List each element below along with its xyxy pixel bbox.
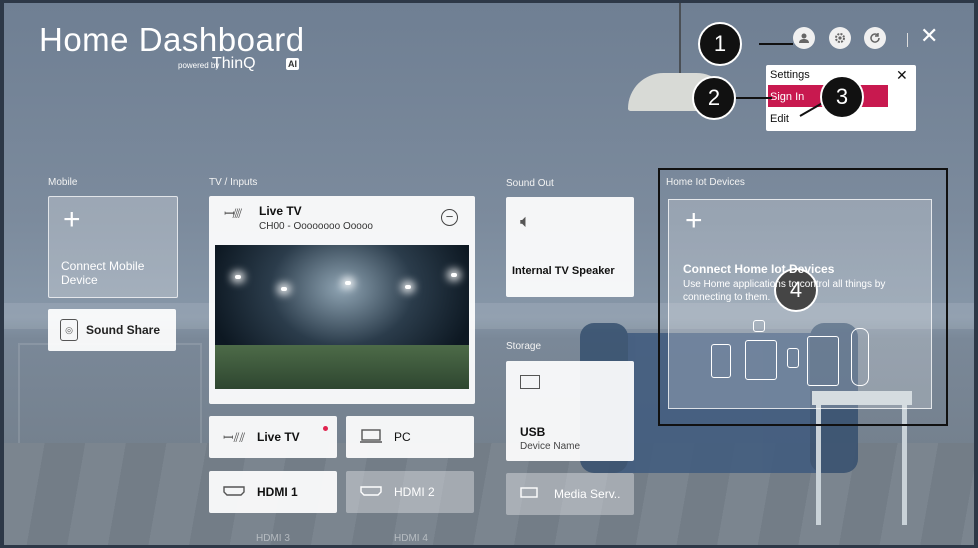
header-divider — [907, 33, 908, 47]
iot-title: Connect Home Iot Devices — [683, 262, 835, 276]
monitor-icon — [360, 428, 388, 446]
plus-icon: + — [63, 203, 81, 236]
input-pc[interactable]: PC — [346, 416, 474, 458]
media-server-card[interactable]: Media Serv.. — [506, 473, 634, 515]
media-server-label: Media Serv.. — [554, 487, 621, 501]
usb-card[interactable]: USB Device Name — [506, 361, 634, 461]
remove-icon[interactable]: − — [441, 209, 458, 226]
input-hdmi-1[interactable]: HDMI 1 — [209, 471, 337, 513]
section-label-mobile: Mobile — [48, 177, 78, 188]
plus-icon: + — [685, 204, 703, 237]
page-title: Home Dashboard — [39, 21, 305, 58]
settings-icon[interactable] — [829, 27, 851, 49]
air-purifier-icon — [711, 344, 731, 378]
usb-label: USB — [520, 425, 546, 439]
refresh-icon[interactable] — [864, 27, 886, 49]
connect-mobile-label: Connect Mobile Device — [61, 259, 145, 287]
washer-icon — [745, 340, 777, 380]
antenna-icon: ꟷ⫽⫽ — [224, 206, 242, 221]
thinq-logo: ThinQ — [212, 55, 256, 72]
section-label-storage: Storage — [506, 341, 542, 352]
internal-speaker-card[interactable]: 🔈︎ Internal TV Speaker — [506, 197, 634, 297]
callout-1: 1 — [698, 22, 742, 66]
menu-item-settings[interactable]: Settings — [770, 69, 810, 81]
usb-icon — [520, 375, 540, 389]
input-label: Live TV — [257, 430, 300, 444]
live-tv-preview — [215, 245, 469, 389]
section-label-tv-inputs: TV / Inputs — [209, 177, 258, 188]
menu-item-edit[interactable]: Edit — [770, 113, 789, 125]
connect-mobile-card[interactable]: + Connect Mobile Device — [48, 196, 178, 298]
usb-device-name: Device Name — [520, 441, 581, 452]
sensor-icon — [753, 320, 765, 332]
section-label-sound-out: Sound Out — [506, 178, 554, 189]
speaker-label: Internal TV Speaker — [512, 265, 615, 277]
phone-icon — [787, 348, 799, 368]
styler-icon — [851, 328, 869, 386]
menu-item-sign-in[interactable]: Sign In — [770, 91, 804, 103]
input-label: PC — [394, 430, 411, 444]
input-hdmi-3[interactable]: HDMI 3 — [256, 533, 290, 544]
input-hdmi-4[interactable]: HDMI 4 — [394, 533, 428, 544]
speaker-icon: ◎ — [60, 319, 78, 341]
menu-close-icon[interactable]: ✕ — [896, 67, 908, 84]
close-icon[interactable]: ✕ — [920, 23, 938, 49]
ai-badge: AI — [286, 58, 299, 70]
antenna-icon: ꟷ⫽⫽ — [223, 430, 246, 445]
input-live-tv[interactable]: ꟷ⫽⫽ Live TV — [209, 416, 337, 458]
account-icon[interactable] — [793, 27, 815, 49]
channel-label: CH00 - Oooooooo Ooooo — [259, 221, 373, 232]
input-label: HDMI 1 — [257, 485, 298, 499]
callout-leader — [732, 97, 772, 99]
wall-panel — [18, 343, 202, 447]
live-tv-title: Live TV — [259, 204, 302, 218]
callout-leader — [759, 43, 793, 45]
dashboard-screen: Home Dashboard powered by ThinQ AI ✕ Set… — [4, 3, 974, 545]
hdmi-icon — [223, 485, 251, 500]
active-indicator — [323, 426, 328, 431]
iot-description: Use Home applications to control all thi… — [683, 279, 886, 303]
connect-iot-card[interactable]: + Connect Home Iot Devices Use Home appl… — [668, 199, 932, 409]
callout-2: 2 — [692, 76, 736, 120]
media-server-icon — [520, 486, 548, 502]
live-tv-card[interactable]: ꟷ⫽⫽ Live TV CH00 - Oooooooo Ooooo − — [209, 196, 475, 404]
speaker-icon: 🔈︎ — [520, 211, 531, 231]
input-hdmi-2[interactable]: HDMI 2 — [346, 471, 474, 513]
lamp-cord — [679, 3, 681, 73]
sound-share-label: Sound Share — [86, 323, 161, 337]
input-label: HDMI 2 — [394, 485, 435, 499]
dryer-icon — [807, 336, 839, 386]
callout-3: 3 — [820, 75, 864, 119]
sound-share-button[interactable]: ◎ Sound Share — [48, 309, 176, 351]
hdmi-icon — [360, 485, 388, 500]
